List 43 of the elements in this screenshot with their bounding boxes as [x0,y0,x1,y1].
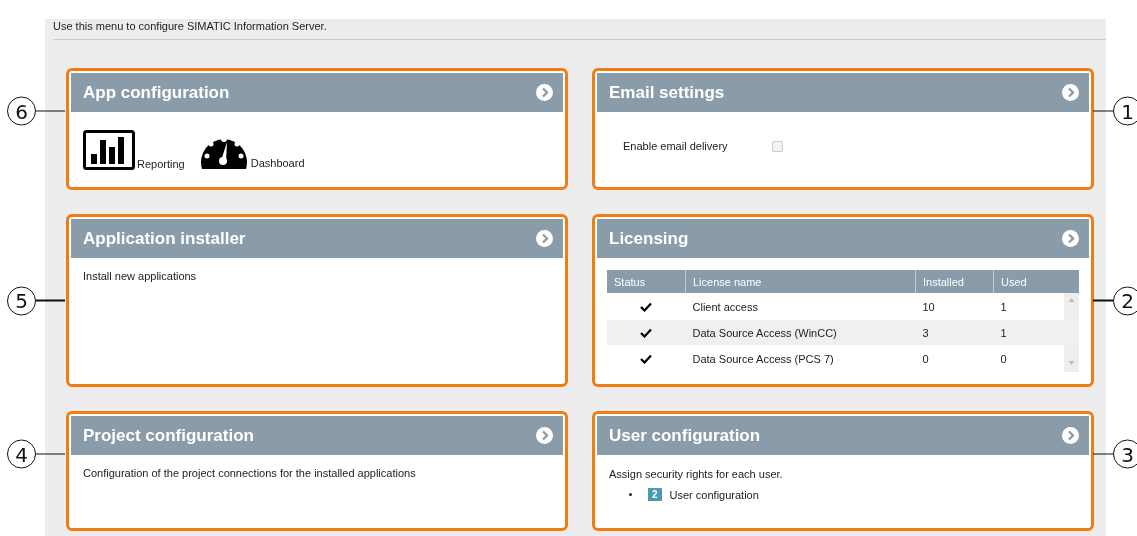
card-header[interactable]: Licensing [597,219,1089,258]
checkbox[interactable] [771,140,783,152]
chevron-right-icon[interactable] [536,84,553,101]
table-cell: 1 [993,320,1064,345]
option-label: Enable email delivery [623,140,728,152]
card-description: Install new applications [83,270,197,282]
callout-number: 4 [7,439,36,469]
table-cell: 0 [915,345,994,372]
table-cell: Data Source Access (WinCC) [685,320,916,345]
user-configuration-link[interactable]: 2 User configuration [648,488,759,501]
card-description: Assign security rights for each user. [609,468,783,480]
leader-line [1093,299,1113,302]
app-link[interactable]: Reporting [83,130,185,170]
callout-number: 2 [1113,286,1137,315]
callout-number: 1 [1113,96,1137,126]
column-header: Status [607,270,686,293]
card-header[interactable]: Email settings [597,73,1089,112]
card-header[interactable]: Project configuration [71,416,563,455]
card-description: Configuration of the project connections for the installed applications [83,467,416,479]
card-header[interactable]: Application installer [71,219,563,258]
card-header[interactable]: App configuration [71,73,563,112]
intro-text: Use this menu to configure SIMATIC Information Server. [53,19,327,33]
callout-number: 6 [7,96,36,126]
chevron-right-icon[interactable] [536,427,553,444]
chevron-right-icon[interactable] [536,230,553,247]
table-cell: Client access [685,293,916,320]
column-header: Used [993,270,1079,293]
chevron-right-icon[interactable] [1062,84,1079,101]
table-cell: 0 [993,345,1064,372]
column-header: Installed [915,270,994,293]
card-header[interactable]: User configuration [597,416,1089,455]
table-cell: Data Source Access (PCS 7) [685,345,916,372]
chevron-right-icon[interactable] [1062,230,1079,247]
chevron-right-icon[interactable] [1062,427,1079,444]
bar-chart-icon [83,130,135,170]
table-cell: 10 [915,293,994,320]
callout-number: 5 [7,286,36,315]
table-cell: 1 [993,293,1064,320]
callout-number: 3 [1113,439,1137,469]
app-link[interactable]: Dashboard [198,131,305,169]
column-header: License name [685,270,916,293]
table-cell: 3 [915,320,994,345]
leader-line [36,299,65,302]
